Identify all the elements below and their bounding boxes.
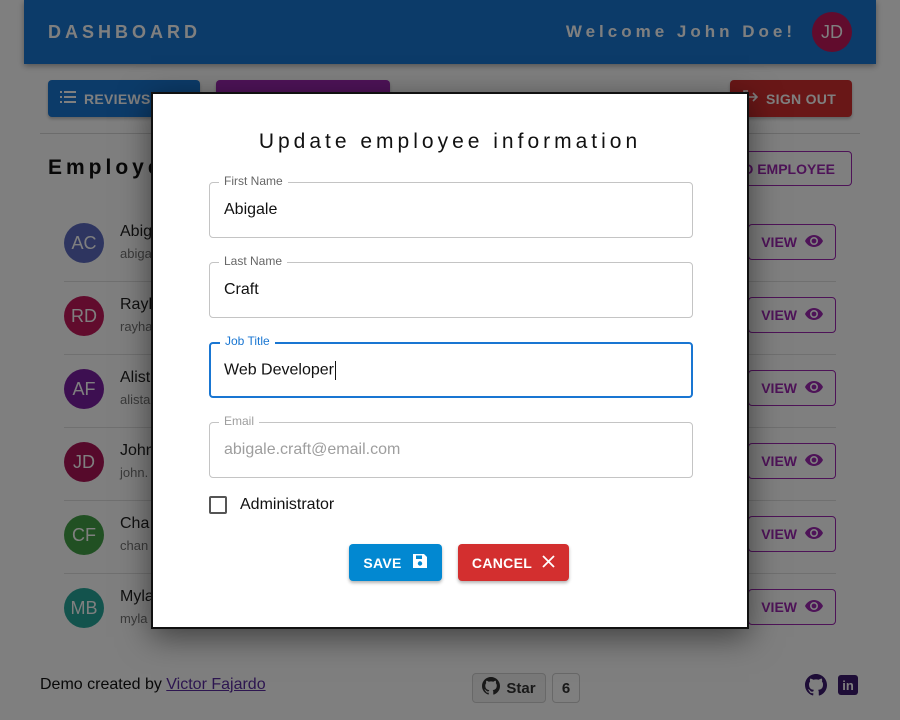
- administrator-label: Administrator: [240, 496, 335, 513]
- email-label: Email: [219, 414, 260, 428]
- job-title-field[interactable]: Job Title Web Developer: [209, 334, 693, 398]
- last-name-value: Craft: [224, 281, 259, 298]
- text-caret: [334, 361, 336, 380]
- last-name-label: Last Name: [219, 254, 288, 268]
- job-title-value: Web Developer: [224, 361, 334, 379]
- save-label: SAVE: [363, 554, 402, 571]
- email-field: Email abigale.craft@email.com: [209, 414, 693, 478]
- update-employee-dialog: Update employee information First Name A…: [151, 92, 749, 629]
- email-value: abigale.craft@email.com: [224, 441, 401, 458]
- first-name-label: First Name: [219, 174, 288, 188]
- cancel-button[interactable]: CANCEL: [458, 544, 569, 581]
- close-icon: [542, 554, 555, 571]
- cancel-label: CANCEL: [471, 554, 533, 571]
- administrator-option[interactable]: Administrator: [209, 496, 334, 514]
- dialog-title: Update employee information: [258, 130, 642, 153]
- first-name-field[interactable]: First Name Abigale: [209, 174, 693, 238]
- job-title-input: Web Developer: [224, 361, 336, 380]
- first-name-value: Abigale: [224, 201, 278, 218]
- save-button[interactable]: SAVE: [349, 544, 442, 581]
- administrator-checkbox[interactable]: [209, 496, 227, 514]
- last-name-field[interactable]: Last Name Craft: [209, 254, 693, 318]
- save-icon: [412, 553, 428, 572]
- job-title-label: Job Title: [220, 334, 275, 348]
